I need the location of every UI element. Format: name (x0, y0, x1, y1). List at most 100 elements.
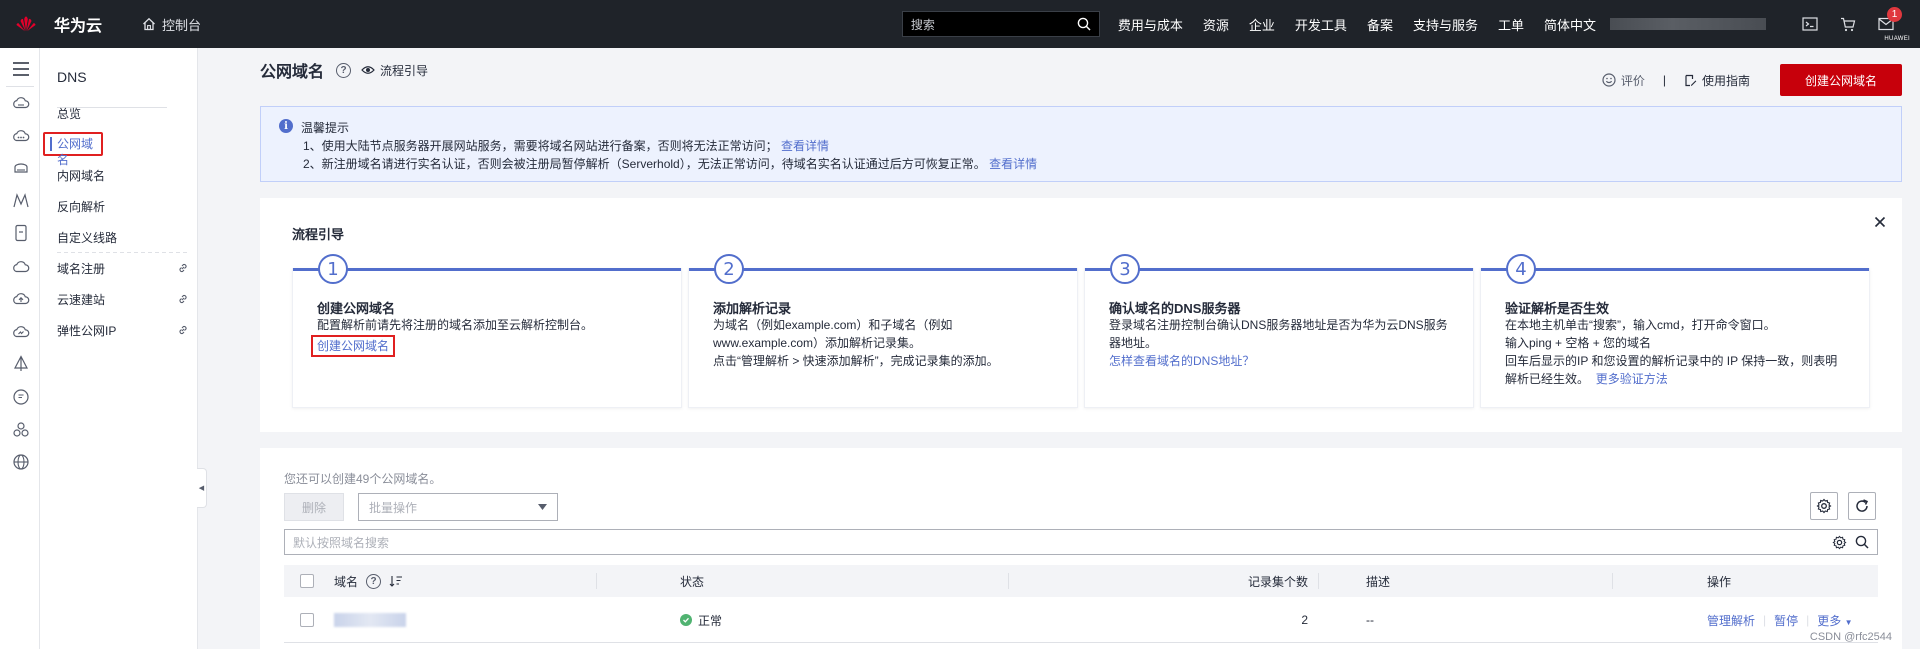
tip-text: 1、使用大陆节点服务器开展网站服务，需要将域名网站进行备案，否则将无法正常访问； (303, 139, 778, 153)
column-label: 域名 (334, 574, 359, 589)
checkbox[interactable] (300, 574, 314, 588)
rate-button[interactable]: 评价 (1602, 72, 1645, 89)
step-text: 点击“管理解析 > 快速添加解析”，完成记录集的添加。 (713, 354, 999, 368)
more-label: 更多 (1817, 613, 1842, 628)
eye-icon (361, 66, 375, 74)
close-guide-button[interactable] (1874, 216, 1886, 231)
user-guide-link[interactable]: 使用指南 (1684, 72, 1750, 89)
domain-name-redacted[interactable] (334, 597, 406, 643)
search-circle-icon[interactable] (12, 388, 30, 406)
step-text: 配置解析前请先将注册的域名添加至云解析控制台。 (317, 318, 594, 332)
gear-icon (1816, 498, 1832, 514)
tip-1-details-link[interactable]: 查看详情 (781, 139, 829, 153)
global-search-input[interactable]: 搜索 (901, 11, 1100, 37)
cart-icon[interactable] (1840, 17, 1856, 32)
step-progress-line (1085, 268, 1473, 271)
sidebar-item-public-zones[interactable]: 公网域名 (43, 132, 103, 167)
cloud-monitor-icon[interactable] (12, 323, 30, 341)
delete-button[interactable]: 删除 (284, 493, 344, 521)
batch-operation-select[interactable]: 批量操作 (358, 493, 558, 521)
refresh-button[interactable] (1848, 492, 1876, 520)
quota-text: 您还可以创建49个公网域名。 (284, 472, 442, 486)
huawei-cloud-logo[interactable]: HUAWEI 华为云 (0, 0, 1910, 48)
help-icon[interactable]: ? (336, 62, 352, 78)
nav-support[interactable]: 支持与服务 (1413, 15, 1478, 34)
info-icon: i (279, 119, 293, 133)
step-description: 在本地主机单击“搜索”，输入cmd，打开命令窗口。 输入ping + 空格 + … (1505, 316, 1853, 388)
row-checkbox[interactable] (300, 597, 314, 643)
pause-link[interactable]: 暂停 (1774, 612, 1798, 629)
rate-label: 评价 (1620, 73, 1645, 88)
search-icon[interactable] (1077, 17, 1091, 31)
help-icon[interactable]: ? (366, 573, 382, 589)
cluster-icon[interactable] (12, 421, 30, 439)
sidebar-item-reverse-resolution[interactable]: 反向解析 (57, 196, 189, 216)
tip-2-details-link[interactable]: 查看详情 (989, 157, 1037, 171)
smiley-icon (1602, 73, 1616, 87)
nav-resources[interactable]: 资源 (1203, 15, 1229, 34)
sail-icon[interactable] (12, 355, 30, 373)
action-separator: | (1763, 613, 1767, 627)
menu-icon[interactable] (12, 61, 30, 79)
storage-icon[interactable] (12, 224, 30, 242)
nav-icp[interactable]: 备案 (1367, 15, 1393, 34)
step-3-dns-help-link[interactable]: 怎样查看域名的DNS地址？ (1109, 354, 1254, 368)
search-placeholder: 搜索 (910, 17, 935, 32)
create-zone-link-highlight: 创建公网域名 (311, 335, 396, 357)
header-separator: | (1662, 73, 1666, 87)
cloud-icon[interactable] (12, 258, 30, 276)
globe-icon[interactable] (12, 453, 30, 471)
user-guide-label: 使用指南 (1701, 73, 1750, 88)
sidebar-item-label: 自定义线路 (57, 230, 118, 245)
refresh-icon (1856, 499, 1869, 512)
database-icon[interactable] (12, 159, 30, 177)
nav-tickets[interactable]: 工单 (1498, 15, 1524, 34)
nav-enterprise[interactable]: 企业 (1249, 15, 1275, 34)
sidebar-item-site-builder[interactable]: 云速建站 (57, 289, 189, 309)
domain-search-input[interactable]: 默认按照域名搜索 (284, 529, 1878, 555)
cloud-dots-icon[interactable] (12, 127, 30, 145)
step-text: 解析已经生效。 (1505, 372, 1590, 386)
sidebar-title: DNS (57, 69, 87, 85)
cloud-upload-icon[interactable] (12, 290, 30, 308)
sidebar-item-label: 反向解析 (57, 199, 106, 214)
watermark: CSDN @rfc2544 (1809, 631, 1892, 643)
nav-billing[interactable]: 费用与成本 (1118, 15, 1183, 34)
messages-button[interactable]: 1 (1878, 7, 1902, 31)
select-all-checkbox[interactable] (300, 565, 314, 597)
sidebar-item-label: 公网域名 (57, 137, 94, 167)
create-public-zone-button[interactable]: 创建公网域名 (1780, 64, 1902, 96)
sidebar-item-domain-registration[interactable]: 域名注册 (57, 258, 189, 278)
sidebar-item-eip[interactable]: 弹性公网IP (57, 320, 189, 340)
step-description: 登录域名注册控制台确认DNS服务器地址是否为华为云DNS服务 器地址。 怎样查看… (1109, 316, 1457, 370)
process-guide-title: 流程引导 (292, 227, 345, 242)
console-link[interactable]: 控制台 (130, 15, 201, 34)
sidebar-item-overview[interactable]: 总览 (57, 103, 189, 123)
process-guide-card: 流程引导 1 创建公网域名 配置解析前请先将注册的域名添加至云解析控制台。 创建… (260, 198, 1902, 432)
cloud-server-icon[interactable] (12, 94, 30, 112)
nav-language[interactable]: 简体中文 (1544, 15, 1596, 34)
sidebar-item-private-zones[interactable]: 内网域名 (57, 165, 189, 185)
table-settings-button[interactable] (1810, 492, 1838, 520)
search-settings-icon[interactable] (1832, 535, 1847, 550)
page-header: 公网域名 ? 流程引导 (260, 58, 428, 82)
search-icon[interactable] (1855, 535, 1869, 549)
status-cell: 正常 (680, 597, 722, 643)
notification-badge: 1 (1887, 7, 1902, 22)
sidebar-item-label: 云速建站 (57, 292, 106, 307)
sidebar-collapse-toggle[interactable]: ◀ (197, 468, 207, 508)
more-actions-dropdown[interactable]: 更多 ▼ (1817, 612, 1852, 629)
account-name-redacted[interactable] (1610, 18, 1766, 30)
step-1-create-zone-link[interactable]: 创建公网域名 (317, 339, 389, 353)
sidebar-item-custom-lines[interactable]: 自定义线路 (57, 227, 189, 247)
sort-icon[interactable] (389, 575, 403, 587)
cloud-shell-icon[interactable] (1802, 17, 1818, 31)
column-divider (1318, 573, 1319, 589)
mapreduce-icon[interactable] (12, 192, 30, 210)
process-guide-toggle[interactable]: 流程引导 (361, 62, 428, 79)
nav-dev-tools[interactable]: 开发工具 (1295, 15, 1347, 34)
step-4-more-methods-link[interactable]: 更多验证方法 (1596, 372, 1668, 386)
checkbox[interactable] (300, 613, 314, 627)
manage-resolution-link[interactable]: 管理解析 (1707, 612, 1755, 629)
tip-line-2: 2、新注册域名请进行实名认证，否则会被注册局暂停解析（Serverhold），无… (303, 155, 1037, 172)
